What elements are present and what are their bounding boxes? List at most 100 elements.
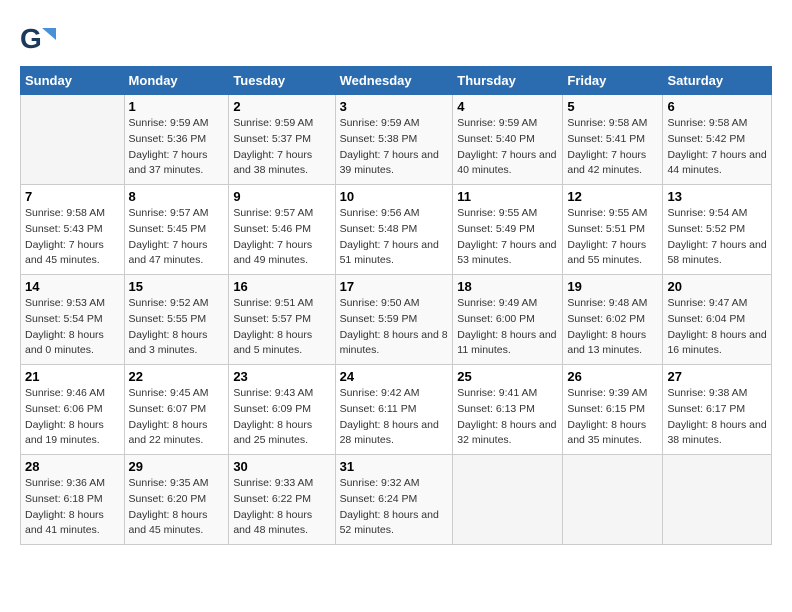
calendar-cell: 17 Sunrise: 9:50 AM Sunset: 5:59 PM Dayl…	[335, 275, 453, 365]
calendar-cell: 7 Sunrise: 9:58 AM Sunset: 5:43 PM Dayli…	[21, 185, 125, 275]
calendar-cell	[453, 455, 563, 545]
logo-icon: G	[20, 20, 56, 56]
weekday-header: Wednesday	[335, 67, 453, 95]
day-number: 18	[457, 279, 558, 294]
day-number: 6	[667, 99, 767, 114]
day-number: 9	[233, 189, 330, 204]
day-number: 23	[233, 369, 330, 384]
calendar-cell: 19 Sunrise: 9:48 AM Sunset: 6:02 PM Dayl…	[563, 275, 663, 365]
day-number: 8	[129, 189, 225, 204]
calendar-cell: 26 Sunrise: 9:39 AM Sunset: 6:15 PM Dayl…	[563, 365, 663, 455]
calendar-cell: 18 Sunrise: 9:49 AM Sunset: 6:00 PM Dayl…	[453, 275, 563, 365]
calendar-cell: 27 Sunrise: 9:38 AM Sunset: 6:17 PM Dayl…	[663, 365, 772, 455]
calendar-cell: 30 Sunrise: 9:33 AM Sunset: 6:22 PM Dayl…	[229, 455, 335, 545]
day-number: 19	[567, 279, 658, 294]
day-number: 1	[129, 99, 225, 114]
day-detail: Sunrise: 9:50 AM Sunset: 5:59 PM Dayligh…	[340, 297, 448, 356]
calendar-week-row: 1 Sunrise: 9:59 AM Sunset: 5:36 PM Dayli…	[21, 95, 772, 185]
day-detail: Sunrise: 9:43 AM Sunset: 6:09 PM Dayligh…	[233, 387, 313, 446]
day-detail: Sunrise: 9:41 AM Sunset: 6:13 PM Dayligh…	[457, 387, 556, 446]
calendar-cell: 4 Sunrise: 9:59 AM Sunset: 5:40 PM Dayli…	[453, 95, 563, 185]
day-detail: Sunrise: 9:45 AM Sunset: 6:07 PM Dayligh…	[129, 387, 209, 446]
weekday-header: Thursday	[453, 67, 563, 95]
day-number: 2	[233, 99, 330, 114]
day-detail: Sunrise: 9:51 AM Sunset: 5:57 PM Dayligh…	[233, 297, 313, 356]
calendar-cell: 13 Sunrise: 9:54 AM Sunset: 5:52 PM Dayl…	[663, 185, 772, 275]
day-number: 11	[457, 189, 558, 204]
calendar-cell	[663, 455, 772, 545]
calendar-cell: 23 Sunrise: 9:43 AM Sunset: 6:09 PM Dayl…	[229, 365, 335, 455]
svg-text:G: G	[20, 23, 42, 54]
day-detail: Sunrise: 9:59 AM Sunset: 5:37 PM Dayligh…	[233, 117, 313, 176]
weekday-header: Monday	[124, 67, 229, 95]
calendar-cell: 9 Sunrise: 9:57 AM Sunset: 5:46 PM Dayli…	[229, 185, 335, 275]
weekday-header: Saturday	[663, 67, 772, 95]
day-detail: Sunrise: 9:42 AM Sunset: 6:11 PM Dayligh…	[340, 387, 439, 446]
day-number: 13	[667, 189, 767, 204]
day-detail: Sunrise: 9:35 AM Sunset: 6:20 PM Dayligh…	[129, 477, 209, 536]
calendar-cell: 8 Sunrise: 9:57 AM Sunset: 5:45 PM Dayli…	[124, 185, 229, 275]
calendar-cell: 10 Sunrise: 9:56 AM Sunset: 5:48 PM Dayl…	[335, 185, 453, 275]
day-number: 21	[25, 369, 120, 384]
calendar-week-row: 28 Sunrise: 9:36 AM Sunset: 6:18 PM Dayl…	[21, 455, 772, 545]
day-number: 28	[25, 459, 120, 474]
day-number: 20	[667, 279, 767, 294]
day-detail: Sunrise: 9:32 AM Sunset: 6:24 PM Dayligh…	[340, 477, 439, 536]
calendar-week-row: 7 Sunrise: 9:58 AM Sunset: 5:43 PM Dayli…	[21, 185, 772, 275]
day-number: 25	[457, 369, 558, 384]
calendar-cell: 15 Sunrise: 9:52 AM Sunset: 5:55 PM Dayl…	[124, 275, 229, 365]
calendar-cell: 29 Sunrise: 9:35 AM Sunset: 6:20 PM Dayl…	[124, 455, 229, 545]
day-detail: Sunrise: 9:57 AM Sunset: 5:46 PM Dayligh…	[233, 207, 313, 266]
calendar-cell	[21, 95, 125, 185]
day-detail: Sunrise: 9:47 AM Sunset: 6:04 PM Dayligh…	[667, 297, 766, 356]
day-number: 22	[129, 369, 225, 384]
day-number: 4	[457, 99, 558, 114]
day-detail: Sunrise: 9:57 AM Sunset: 5:45 PM Dayligh…	[129, 207, 209, 266]
day-detail: Sunrise: 9:59 AM Sunset: 5:40 PM Dayligh…	[457, 117, 556, 176]
day-number: 31	[340, 459, 449, 474]
day-number: 10	[340, 189, 449, 204]
day-number: 30	[233, 459, 330, 474]
day-detail: Sunrise: 9:54 AM Sunset: 5:52 PM Dayligh…	[667, 207, 766, 266]
day-number: 12	[567, 189, 658, 204]
day-number: 29	[129, 459, 225, 474]
calendar-header-row: SundayMondayTuesdayWednesdayThursdayFrid…	[21, 67, 772, 95]
day-detail: Sunrise: 9:33 AM Sunset: 6:22 PM Dayligh…	[233, 477, 313, 536]
day-detail: Sunrise: 9:46 AM Sunset: 6:06 PM Dayligh…	[25, 387, 105, 446]
calendar-cell: 3 Sunrise: 9:59 AM Sunset: 5:38 PM Dayli…	[335, 95, 453, 185]
calendar-cell: 1 Sunrise: 9:59 AM Sunset: 5:36 PM Dayli…	[124, 95, 229, 185]
day-detail: Sunrise: 9:58 AM Sunset: 5:42 PM Dayligh…	[667, 117, 766, 176]
day-detail: Sunrise: 9:49 AM Sunset: 6:00 PM Dayligh…	[457, 297, 556, 356]
day-detail: Sunrise: 9:58 AM Sunset: 5:43 PM Dayligh…	[25, 207, 105, 266]
calendar-cell: 6 Sunrise: 9:58 AM Sunset: 5:42 PM Dayli…	[663, 95, 772, 185]
calendar-week-row: 21 Sunrise: 9:46 AM Sunset: 6:06 PM Dayl…	[21, 365, 772, 455]
day-detail: Sunrise: 9:58 AM Sunset: 5:41 PM Dayligh…	[567, 117, 647, 176]
day-number: 24	[340, 369, 449, 384]
calendar-cell: 25 Sunrise: 9:41 AM Sunset: 6:13 PM Dayl…	[453, 365, 563, 455]
day-number: 3	[340, 99, 449, 114]
day-number: 26	[567, 369, 658, 384]
day-number: 16	[233, 279, 330, 294]
day-detail: Sunrise: 9:59 AM Sunset: 5:38 PM Dayligh…	[340, 117, 439, 176]
day-detail: Sunrise: 9:48 AM Sunset: 6:02 PM Dayligh…	[567, 297, 647, 356]
day-detail: Sunrise: 9:59 AM Sunset: 5:36 PM Dayligh…	[129, 117, 209, 176]
calendar-cell: 2 Sunrise: 9:59 AM Sunset: 5:37 PM Dayli…	[229, 95, 335, 185]
calendar-cell: 22 Sunrise: 9:45 AM Sunset: 6:07 PM Dayl…	[124, 365, 229, 455]
logo: G	[20, 20, 61, 56]
weekday-header: Sunday	[21, 67, 125, 95]
day-number: 17	[340, 279, 449, 294]
calendar-cell: 11 Sunrise: 9:55 AM Sunset: 5:49 PM Dayl…	[453, 185, 563, 275]
day-detail: Sunrise: 9:52 AM Sunset: 5:55 PM Dayligh…	[129, 297, 209, 356]
day-number: 14	[25, 279, 120, 294]
calendar-cell: 12 Sunrise: 9:55 AM Sunset: 5:51 PM Dayl…	[563, 185, 663, 275]
day-number: 15	[129, 279, 225, 294]
day-number: 27	[667, 369, 767, 384]
day-detail: Sunrise: 9:36 AM Sunset: 6:18 PM Dayligh…	[25, 477, 105, 536]
calendar-cell: 21 Sunrise: 9:46 AM Sunset: 6:06 PM Dayl…	[21, 365, 125, 455]
calendar-cell: 28 Sunrise: 9:36 AM Sunset: 6:18 PM Dayl…	[21, 455, 125, 545]
day-detail: Sunrise: 9:39 AM Sunset: 6:15 PM Dayligh…	[567, 387, 647, 446]
calendar-cell: 14 Sunrise: 9:53 AM Sunset: 5:54 PM Dayl…	[21, 275, 125, 365]
calendar-cell: 24 Sunrise: 9:42 AM Sunset: 6:11 PM Dayl…	[335, 365, 453, 455]
day-detail: Sunrise: 9:55 AM Sunset: 5:51 PM Dayligh…	[567, 207, 647, 266]
calendar-cell: 16 Sunrise: 9:51 AM Sunset: 5:57 PM Dayl…	[229, 275, 335, 365]
